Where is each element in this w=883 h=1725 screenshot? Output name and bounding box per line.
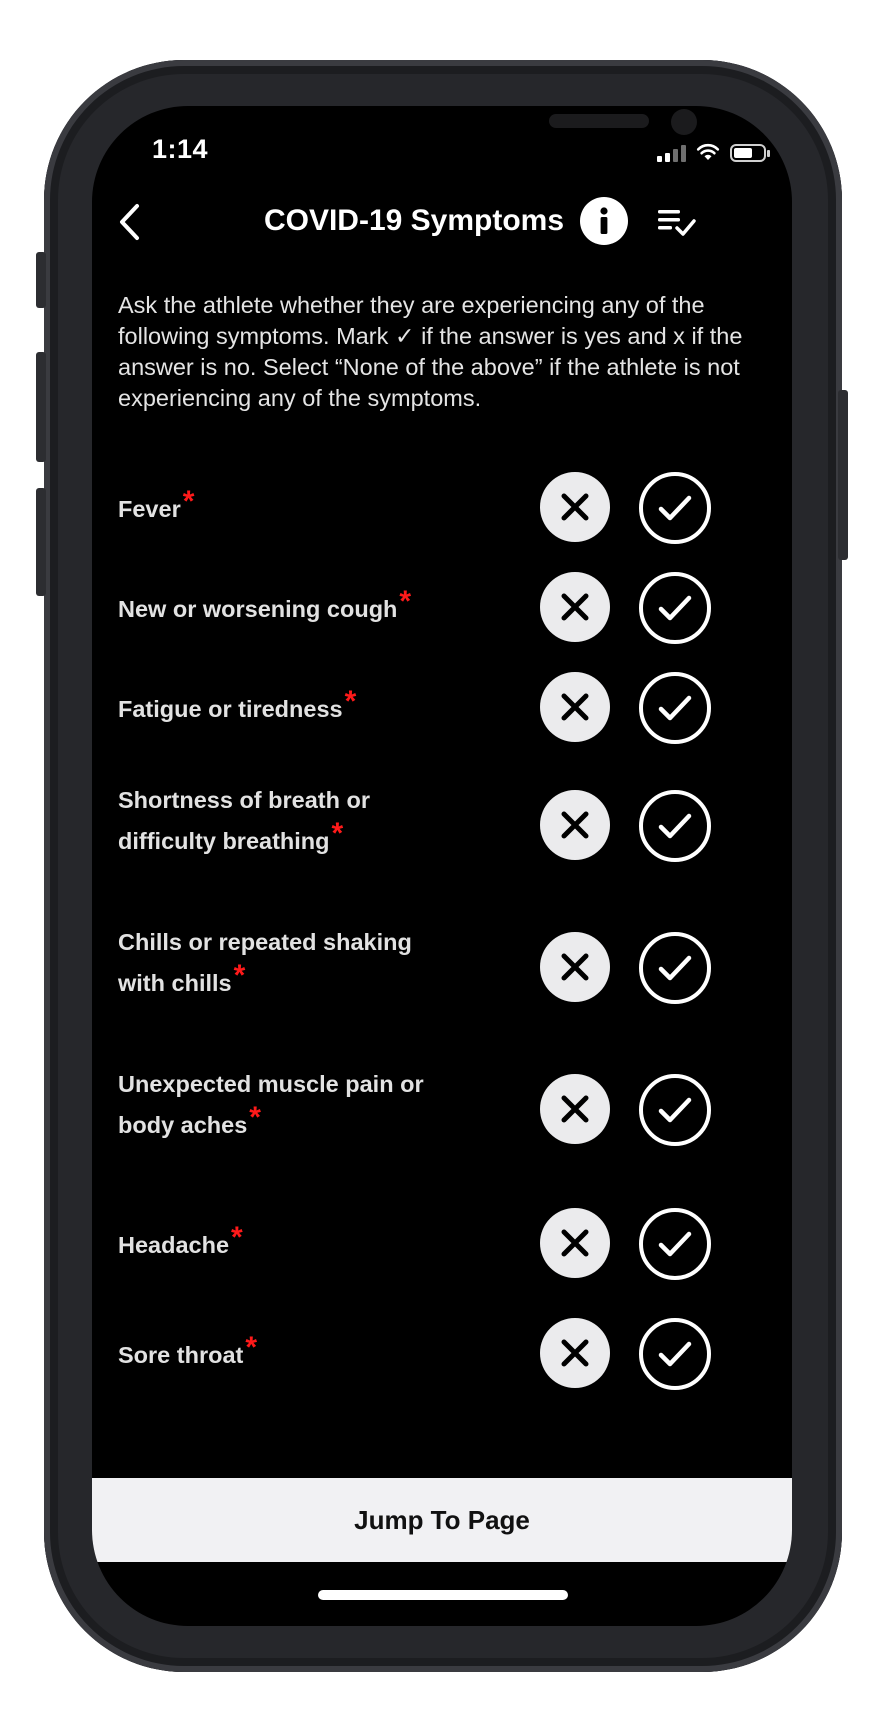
no-button[interactable] [540, 1208, 610, 1278]
status-time: 1:14 [152, 134, 209, 164]
symptom-label: Shortness of breath or difficulty breath… [118, 787, 371, 854]
close-icon [561, 1339, 589, 1367]
checkmark-icon [658, 813, 692, 839]
symptom-row: Shortness of breath or difficulty breath… [92, 776, 792, 876]
symptom-label: Chills or repeated shaking with chills* [118, 929, 412, 996]
required-asterisk: * [331, 817, 344, 850]
symptom-row: Fatigue or tiredness* [92, 670, 792, 744]
navigation-bar: COVID-19 Symptoms [92, 194, 792, 250]
checkmark-icon [658, 955, 692, 981]
no-button[interactable] [540, 572, 610, 642]
symptom-label: Unexpected muscle pain or body aches* [118, 1071, 424, 1138]
back-button[interactable] [110, 200, 150, 244]
screen: 1:14 COVID-19 Symptoms Ask the athlete w… [92, 106, 792, 1626]
no-button[interactable] [540, 1318, 610, 1388]
symptom-row: Unexpected muscle pain or body aches* [92, 1060, 792, 1160]
yes-button[interactable] [639, 1208, 711, 1280]
close-icon [561, 493, 589, 521]
yes-button[interactable] [639, 932, 711, 1004]
checkmark-icon [658, 1231, 692, 1257]
notch [247, 106, 697, 162]
symptom-label: New or worsening cough* [118, 585, 412, 622]
symptom-row: Sore throat* [92, 1316, 792, 1390]
symptom-label: Sore throat* [118, 1331, 258, 1368]
status-icons [657, 140, 770, 162]
required-asterisk: * [182, 485, 195, 518]
cellular-signal-icon [657, 144, 686, 162]
required-asterisk: * [245, 1331, 258, 1364]
close-icon [561, 593, 589, 621]
silent-switch [36, 252, 46, 308]
yes-button[interactable] [639, 572, 711, 644]
close-icon [561, 811, 589, 839]
required-asterisk: * [249, 1101, 261, 1134]
instructions-text: Ask the athlete whether they are experie… [118, 292, 743, 411]
required-asterisk: * [399, 585, 412, 618]
no-button[interactable] [540, 472, 610, 542]
checkmark-icon [658, 595, 692, 621]
no-button[interactable] [540, 1074, 610, 1144]
yes-button[interactable] [639, 672, 711, 744]
symptom-label: Fever* [118, 485, 195, 522]
front-camera [671, 109, 697, 135]
yes-button[interactable] [639, 1318, 711, 1390]
close-icon [561, 953, 589, 981]
checklist-button[interactable] [654, 202, 700, 242]
speaker [549, 114, 649, 128]
symptom-row: New or worsening cough* [92, 570, 792, 644]
no-button[interactable] [540, 790, 610, 860]
info-icon [600, 207, 608, 234]
close-icon [561, 693, 589, 721]
symptom-label: Fatigue or tiredness* [118, 685, 357, 722]
list-check-icon [658, 210, 696, 236]
checkmark-icon [658, 695, 692, 721]
checkmark-icon [658, 1341, 692, 1367]
battery-icon [730, 144, 770, 162]
wifi-icon [696, 143, 720, 160]
power-button [838, 390, 848, 560]
symptom-label: Headache* [118, 1221, 243, 1258]
info-button[interactable] [580, 197, 628, 245]
required-asterisk: * [233, 959, 246, 992]
checkmark-icon [658, 495, 692, 521]
chevron-left-icon [120, 204, 139, 240]
checkmark-icon [658, 1097, 692, 1123]
yes-button[interactable] [639, 1074, 711, 1146]
symptom-row: Fever* [92, 470, 792, 544]
jump-to-page-button[interactable]: Jump To Page [92, 1478, 792, 1562]
no-button[interactable] [540, 932, 610, 1002]
yes-button[interactable] [639, 790, 711, 862]
volume-up-button [36, 352, 46, 462]
volume-down-button [36, 488, 46, 596]
home-indicator[interactable] [318, 1590, 568, 1600]
symptom-row: Headache* [92, 1206, 792, 1280]
no-button[interactable] [540, 672, 610, 742]
close-icon [561, 1229, 589, 1257]
symptom-row: Chills or repeated shaking with chills* [92, 918, 792, 1018]
page-title: COVID-19 Symptoms [263, 204, 565, 237]
close-icon [561, 1095, 589, 1123]
yes-button[interactable] [639, 472, 711, 544]
required-asterisk: * [344, 685, 357, 718]
required-asterisk: * [231, 1221, 243, 1254]
